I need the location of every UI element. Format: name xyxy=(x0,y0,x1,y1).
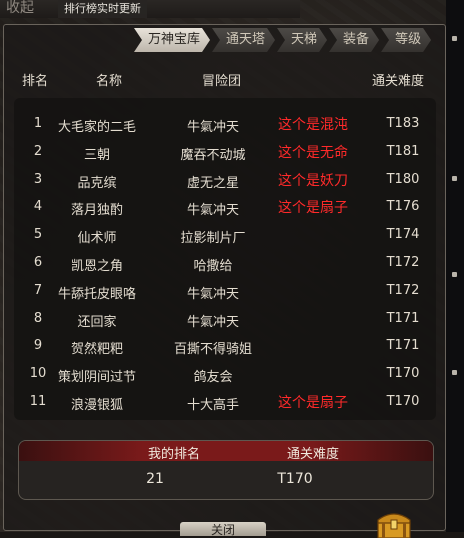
table-row[interactable]: 9 贺然粑粑 百撕不得骑姐 T171 xyxy=(0,333,446,361)
difficulty-cell: T174 xyxy=(386,227,420,243)
close-button[interactable]: 关闭 xyxy=(180,522,266,537)
header-difficulty: 通关难度 xyxy=(372,74,425,89)
difficulty-cell: T171 xyxy=(386,310,420,326)
name-cell: 落月独酌 xyxy=(70,203,123,219)
strip-marker xyxy=(452,272,457,277)
my-rank-box: 我的排名 通关难度 21 T170 xyxy=(18,440,434,500)
name-cell: 还回家 xyxy=(77,314,117,330)
table-row[interactable]: 3 品克缤 虚无之星 这个是妖刀 T180 xyxy=(0,167,446,195)
rank-cell: 6 xyxy=(33,255,43,270)
rank-cell: 3 xyxy=(33,171,43,187)
note-cell: 这个是混沌 xyxy=(278,117,348,133)
table-row[interactable]: 6 凯恩之角 哈撒给 T172 xyxy=(0,250,446,278)
difficulty-cell: T172 xyxy=(386,255,420,270)
rank-cell: 7 xyxy=(33,282,43,298)
table-header: 排名 名称 冒险团 通关难度 xyxy=(0,62,446,92)
name-cell: 品克缤 xyxy=(77,175,117,191)
difficulty-cell: T171 xyxy=(386,338,420,354)
difficulty-cell: T170 xyxy=(386,394,420,409)
name-cell: 策划阴间过节 xyxy=(57,370,136,386)
difficulty-cell: T170 xyxy=(386,366,420,382)
tab-bar: 万神宝库 通天塔 天梯 装备 等级 xyxy=(134,28,433,52)
difficulty-cell: T176 xyxy=(386,199,420,215)
name-cell: 大毛家的二毛 xyxy=(57,120,136,135)
my-difficulty-label: 通关难度 xyxy=(286,447,339,462)
my-rank-value: 21 xyxy=(146,471,164,487)
group-cell: 十大高手 xyxy=(186,398,239,413)
rank-cell: 4 xyxy=(33,199,43,215)
table-row[interactable]: 2 三朝 魔吞不动城 这个是无命 T181 xyxy=(0,139,446,167)
strip-marker xyxy=(452,370,457,375)
table-row[interactable]: 11 浪漫银狐 十大高手 这个是扇子 T170 xyxy=(0,389,446,417)
tab-level[interactable]: 等级 xyxy=(381,28,431,52)
right-scroll-strip xyxy=(446,0,464,532)
treasure-chest-icon[interactable] xyxy=(374,508,414,538)
difficulty-cell: T181 xyxy=(386,143,420,159)
name-cell: 贺然粑粑 xyxy=(70,342,123,358)
group-cell: 牛氣冲天 xyxy=(186,314,239,330)
group-cell: 牛氣冲天 xyxy=(186,120,239,135)
name-cell: 三朝 xyxy=(83,147,110,163)
ticker-text: 排行榜实时更新 xyxy=(58,0,147,18)
my-rank-header: 我的排名 通关难度 xyxy=(19,441,433,462)
strip-marker xyxy=(452,176,457,181)
my-rank-label: 我的排名 xyxy=(147,447,200,462)
table-row[interactable]: 5 仙术师 拉影制片厂 T174 xyxy=(0,222,446,250)
name-cell: 牛舔托皮眼咯 xyxy=(57,286,136,302)
table-row[interactable]: 7 牛舔托皮眼咯 牛氣冲天 T172 xyxy=(0,278,446,306)
rank-cell: 10 xyxy=(29,366,47,382)
tab-ladder[interactable]: 天梯 xyxy=(277,28,327,52)
top-bar: 收起 排行榜实时更新 xyxy=(0,0,300,18)
table-row[interactable]: 1 大毛家的二毛 牛氣冲天 这个是混沌 T183 xyxy=(0,111,446,139)
group-cell: 虚无之星 xyxy=(186,175,239,191)
header-name: 名称 xyxy=(96,74,123,89)
strip-marker xyxy=(452,36,457,41)
rank-cell: 5 xyxy=(33,227,43,243)
header-group: 冒险团 xyxy=(202,74,242,89)
group-cell: 魔吞不动城 xyxy=(180,147,246,163)
my-difficulty-value: T170 xyxy=(277,471,313,487)
note-cell: 这个是扇子 xyxy=(278,200,348,217)
rank-cell: 9 xyxy=(33,338,43,354)
difficulty-cell: T180 xyxy=(386,171,420,187)
group-cell: 牛氣冲天 xyxy=(186,203,239,219)
tab-equipment[interactable]: 装备 xyxy=(329,28,379,52)
rank-cell: 11 xyxy=(29,394,47,409)
group-cell: 哈撒给 xyxy=(193,259,233,274)
table-row[interactable]: 8 还回家 牛氣冲天 T171 xyxy=(0,306,446,334)
group-cell: 拉影制片厂 xyxy=(180,231,246,247)
difficulty-cell: T183 xyxy=(386,116,420,131)
name-cell: 凯恩之角 xyxy=(70,259,123,274)
group-cell: 牛氣冲天 xyxy=(186,286,239,302)
rank-cell: 1 xyxy=(33,116,43,131)
note-cell: 这个是无命 xyxy=(278,144,348,161)
header-rank: 排名 xyxy=(22,74,49,89)
table-row[interactable]: 10 策划阴间过节 鸽友会 T170 xyxy=(0,361,446,389)
note-cell: 这个是妖刀 xyxy=(278,172,348,189)
tab-wanshen-vault[interactable]: 万神宝库 xyxy=(134,28,210,52)
group-cell: 鸽友会 xyxy=(193,370,233,386)
rank-cell: 8 xyxy=(33,310,43,326)
group-cell: 百撕不得骑姐 xyxy=(173,342,252,358)
table-row[interactable]: 4 落月独酌 牛氣冲天 这个是扇子 T176 xyxy=(0,194,446,222)
collapse-button[interactable]: 收起 xyxy=(6,0,34,17)
name-cell: 浪漫银狐 xyxy=(70,398,123,413)
difficulty-cell: T172 xyxy=(386,282,420,298)
name-cell: 仙术师 xyxy=(77,231,117,247)
tab-tongtian-tower[interactable]: 通天塔 xyxy=(212,28,275,52)
rank-cell: 2 xyxy=(33,143,43,159)
note-cell: 这个是扇子 xyxy=(278,395,348,411)
